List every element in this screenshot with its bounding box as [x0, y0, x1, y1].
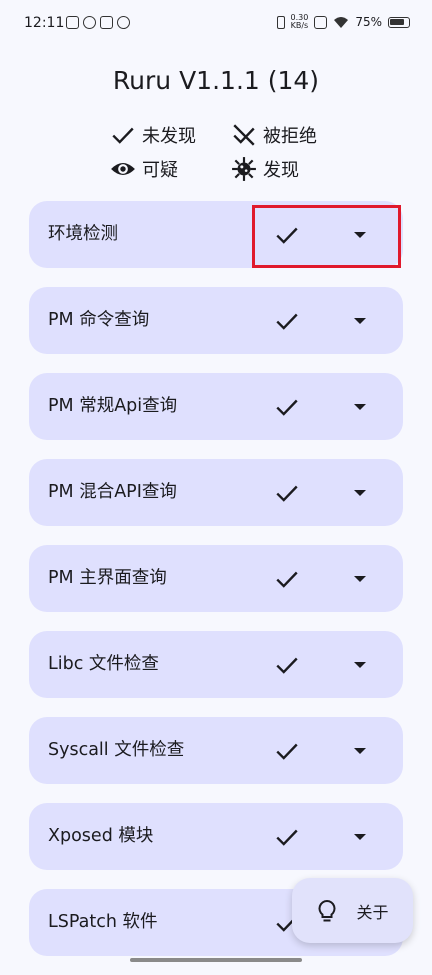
legend-denied-label: 被拒绝: [263, 126, 317, 147]
network-speed: 0.30 KB/s: [291, 14, 309, 30]
check-item-label: Libc 文件检查: [48, 654, 159, 674]
notification-app-icon: [117, 16, 130, 29]
check-list: 环境检测 PM 命令查询 PM 常规Api查询 PM 混合API查询 PM 主界…: [29, 201, 403, 975]
check-item-syscall-file[interactable]: Syscall 文件检查: [29, 717, 403, 784]
no-sim-icon: [314, 15, 328, 29]
virus-icon: [232, 157, 256, 181]
check-item-label: PM 命令查询: [48, 310, 150, 330]
legend-not-found-label: 未发现: [142, 126, 196, 147]
check-icon: [276, 571, 298, 588]
check-item-pm-mixed-api[interactable]: PM 混合API查询: [29, 459, 403, 526]
status-bar: 12:11 0.30 KB/s 75%: [0, 0, 432, 50]
check-item-label: PM 常规Api查询: [48, 396, 178, 416]
expand-arrow-icon[interactable]: [349, 658, 371, 672]
battery-icon: [388, 16, 410, 28]
check-item-pm-main-ui[interactable]: PM 主界面查询: [29, 545, 403, 612]
notification-app-icon: [100, 16, 113, 29]
eye-icon: [111, 163, 135, 175]
expand-arrow-icon[interactable]: [349, 830, 371, 844]
legend-found: 发现: [231, 156, 299, 182]
check-item-label: Syscall 文件检查: [48, 740, 185, 760]
denied-icon: [233, 124, 255, 146]
notification-app-icon: [66, 16, 79, 29]
about-button[interactable]: 关于: [292, 878, 413, 943]
expand-arrow-icon[interactable]: [349, 400, 371, 414]
highlight-box: [252, 205, 401, 268]
home-indicator[interactable]: [130, 958, 302, 962]
about-button-label: 关于: [356, 902, 389, 922]
check-icon: [276, 829, 298, 846]
check-item-label: PM 混合API查询: [48, 482, 177, 502]
legend-suspicious-label: 可疑: [142, 160, 178, 181]
network-speed-unit: KB/s: [290, 21, 309, 30]
vibrate-icon: [276, 15, 285, 29]
legend-not-found: 未发现: [110, 122, 196, 148]
legend-found-label: 发现: [263, 160, 299, 181]
status-legend: 未发现 被拒绝 可疑 发现: [0, 120, 432, 184]
check-icon: [276, 313, 298, 330]
check-item-pm-regular-api[interactable]: PM 常规Api查询: [29, 373, 403, 440]
status-time: 12:11: [24, 15, 65, 31]
check-icon: [276, 399, 298, 416]
check-icon: [112, 127, 134, 144]
notification-icons: [66, 16, 130, 29]
expand-arrow-icon[interactable]: [349, 572, 371, 586]
check-item-label: Xposed 模块: [48, 826, 154, 846]
expand-arrow-icon[interactable]: [349, 314, 371, 328]
check-item-pm-command[interactable]: PM 命令查询: [29, 287, 403, 354]
legend-suspicious: 可疑: [110, 156, 178, 182]
check-item-xposed-module[interactable]: Xposed 模块: [29, 803, 403, 870]
check-icon: [276, 485, 298, 502]
check-icon: [276, 657, 298, 674]
expand-arrow-icon[interactable]: [349, 486, 371, 500]
notification-app-icon: [83, 16, 96, 29]
lightbulb-icon: [319, 899, 336, 921]
check-item-label: 环境检测: [48, 224, 118, 244]
legend-denied: 被拒绝: [231, 122, 317, 148]
check-item-label: PM 主界面查询: [48, 568, 167, 588]
expand-arrow-icon[interactable]: [349, 744, 371, 758]
wifi-icon: [334, 16, 349, 28]
status-right: 0.30 KB/s 75%: [276, 14, 410, 30]
check-item-libc-file[interactable]: Libc 文件检查: [29, 631, 403, 698]
check-item-label: LSPatch 软件: [48, 912, 158, 932]
app-title: Ruru V1.1.1 (14): [112, 66, 320, 95]
check-item-environment[interactable]: 环境检测: [29, 201, 403, 268]
check-icon: [276, 743, 298, 760]
battery-percent: 75%: [355, 15, 382, 29]
